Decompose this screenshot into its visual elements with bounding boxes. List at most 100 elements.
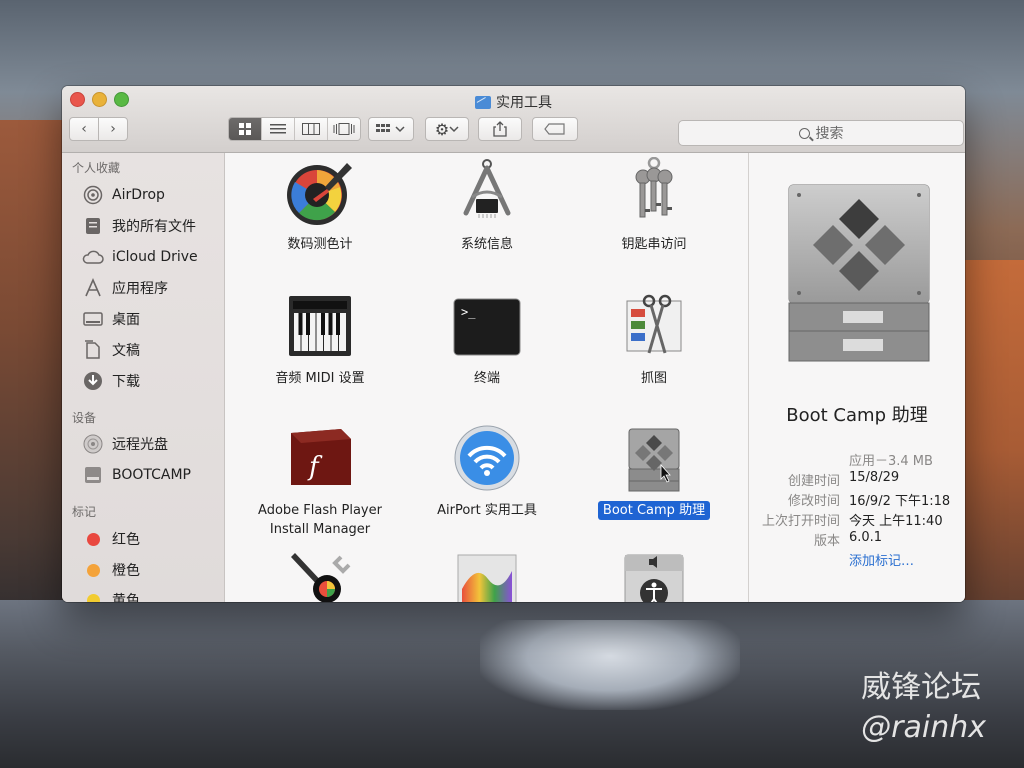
preview-app-name: Boot Camp 助理 — [786, 405, 928, 426]
disk-icon — [82, 465, 104, 485]
sidebar-item-bootcamp[interactable]: BOOTCAMP — [82, 463, 191, 487]
preview-opened-key: 上次打开时间 — [761, 514, 840, 529]
sidebar-item-label: iCloud Drive — [112, 249, 198, 265]
sidebar-item-label: AirDrop — [112, 187, 165, 203]
app-boot-camp-assistant[interactable]: Boot Camp 助理 — [564, 423, 744, 520]
boot-camp-icon — [619, 423, 689, 493]
keychain-access-icon — [619, 156, 689, 227]
terminal-icon: >_ — [452, 291, 522, 361]
sidebar-item-downloads[interactable]: 下载 — [82, 369, 140, 393]
share-button[interactable] — [478, 117, 522, 141]
preview-modified-value: 16/9/2 下午1:18 — [849, 494, 951, 509]
app-flash-player-install-manager[interactable]: f Adobe Flash Player Install Manager — [230, 423, 410, 539]
preview-boot-camp-icon — [783, 181, 935, 375]
sidebar-item-tag-yellow[interactable]: 黄色 — [82, 588, 140, 602]
sidebar-item-label: 应用程序 — [112, 281, 168, 297]
sidebar-header-devices: 设备 — [72, 411, 97, 425]
cover-flow-view-button[interactable] — [328, 118, 360, 140]
yellow-tag-icon — [82, 590, 104, 602]
tag-button[interactable] — [532, 117, 578, 141]
sidebar-item-tag-red[interactable]: 红色 — [82, 527, 140, 551]
chevron-right-icon: › — [110, 121, 116, 137]
app-label: 终端 — [473, 371, 500, 386]
sidebar-item-applications[interactable]: 应用程序 — [82, 276, 168, 300]
airport-utility-icon — [452, 423, 522, 493]
search-placeholder: 搜索 — [815, 126, 844, 142]
app-label: Boot Camp 助理 — [597, 501, 711, 520]
sidebar-item-label: 远程光盘 — [112, 437, 168, 453]
desktop-icon — [82, 309, 104, 329]
app-airport-utility[interactable]: AirPort 实用工具 — [397, 423, 577, 520]
sidebar: 个人收藏 AirDrop 我的所有文件 iCloud Drive 应用程序 桌面… — [62, 153, 225, 602]
app-label: 系统信息 — [460, 237, 513, 252]
orange-tag-icon — [82, 560, 104, 580]
icon-view-button[interactable] — [229, 118, 262, 140]
list-view-icon — [270, 124, 286, 134]
app-label: 抓图 — [640, 371, 667, 386]
watermark-handle: @rainhx — [861, 710, 986, 745]
preview-modified-key: 修改时间 — [787, 494, 840, 509]
app-grapher[interactable] — [397, 549, 577, 602]
app-audio-midi-setup[interactable]: 音频 MIDI 设置 — [230, 291, 410, 388]
all-files-icon — [82, 216, 104, 236]
preview-created-key: 创建时间 — [787, 474, 840, 489]
app-system-information[interactable]: 系统信息 — [397, 157, 577, 254]
sidebar-item-tag-orange[interactable]: 橙色 — [82, 558, 140, 582]
app-label-line1: Adobe Flash Player — [258, 503, 382, 518]
downloads-icon — [82, 371, 104, 391]
column-view-icon — [302, 123, 320, 135]
action-button[interactable]: ⚙ — [425, 117, 469, 141]
app-label: 数码测色计 — [287, 237, 353, 252]
red-tag-icon — [82, 529, 104, 549]
grab-icon — [619, 291, 689, 361]
app-label-line2: Install Manager — [269, 522, 371, 537]
sidebar-item-remote-disc[interactable]: 远程光盘 — [82, 432, 168, 456]
window-title-text: 实用工具 — [496, 95, 552, 111]
chevron-down-icon — [449, 126, 459, 133]
arrange-icon — [376, 124, 405, 133]
sidebar-item-label: 我的所有文件 — [112, 219, 196, 235]
sidebar-item-icloud-drive[interactable]: iCloud Drive — [82, 245, 198, 269]
preview-kind-size-value: 应用－3.4 MB — [849, 454, 933, 469]
sidebar-item-documents[interactable]: 文稿 — [82, 338, 140, 362]
sidebar-item-label: 文稿 — [112, 343, 140, 359]
airdrop-icon — [82, 185, 104, 205]
add-tags-link[interactable]: 添加标记… — [849, 550, 914, 569]
app-label: 钥匙串访问 — [621, 237, 687, 252]
app-terminal[interactable]: >_ 终端 — [397, 291, 577, 388]
sidebar-item-label: 橙色 — [112, 563, 140, 579]
system-information-icon — [452, 157, 522, 227]
colorsync-utility-icon — [285, 549, 355, 602]
forward-button[interactable]: › — [98, 117, 128, 141]
utilities-folder-icon — [475, 96, 491, 109]
app-keychain-access[interactable]: 钥匙串访问 — [564, 156, 744, 254]
watermark-site: 威锋论坛 — [861, 670, 982, 705]
app-colorsync-utility[interactable] — [230, 549, 410, 602]
applications-icon — [82, 278, 104, 298]
wallpaper-snow-peak — [480, 620, 740, 710]
arrange-button[interactable] — [368, 117, 414, 141]
app-voiceover-utility[interactable] — [564, 549, 744, 602]
column-view-button[interactable] — [295, 118, 328, 140]
app-grab[interactable]: 抓图 — [564, 291, 744, 388]
preview-version-key: 版本 — [813, 534, 840, 549]
sidebar-item-label: 桌面 — [112, 312, 140, 328]
app-digital-color-meter[interactable]: 数码测色计 — [230, 157, 410, 254]
back-button[interactable]: ‹ — [69, 117, 99, 141]
watermark: 威锋论坛 @rainhx — [861, 668, 986, 748]
sidebar-item-all-files[interactable]: 我的所有文件 — [82, 214, 196, 238]
app-label-wrap: Boot Camp 助理 — [564, 501, 744, 520]
list-view-button[interactable] — [262, 118, 295, 140]
search-icon — [798, 127, 810, 139]
tag-icon — [544, 123, 565, 135]
cloud-icon — [82, 247, 104, 267]
chevron-left-icon: ‹ — [81, 121, 87, 137]
view-mode-control — [228, 117, 361, 141]
sidebar-item-airdrop[interactable]: AirDrop — [82, 183, 165, 207]
app-label: AirPort 实用工具 — [437, 503, 537, 518]
voiceover-utility-icon — [619, 549, 689, 602]
file-grid: 数码测色计 系统信息 钥匙串访问 音频 MIDI 设置 >_ 终端 抓图 f A… — [225, 153, 748, 602]
search-field[interactable]: 搜索 — [678, 120, 964, 146]
sidebar-item-desktop[interactable]: 桌面 — [82, 307, 140, 331]
app-label: 音频 MIDI 设置 — [275, 371, 365, 386]
